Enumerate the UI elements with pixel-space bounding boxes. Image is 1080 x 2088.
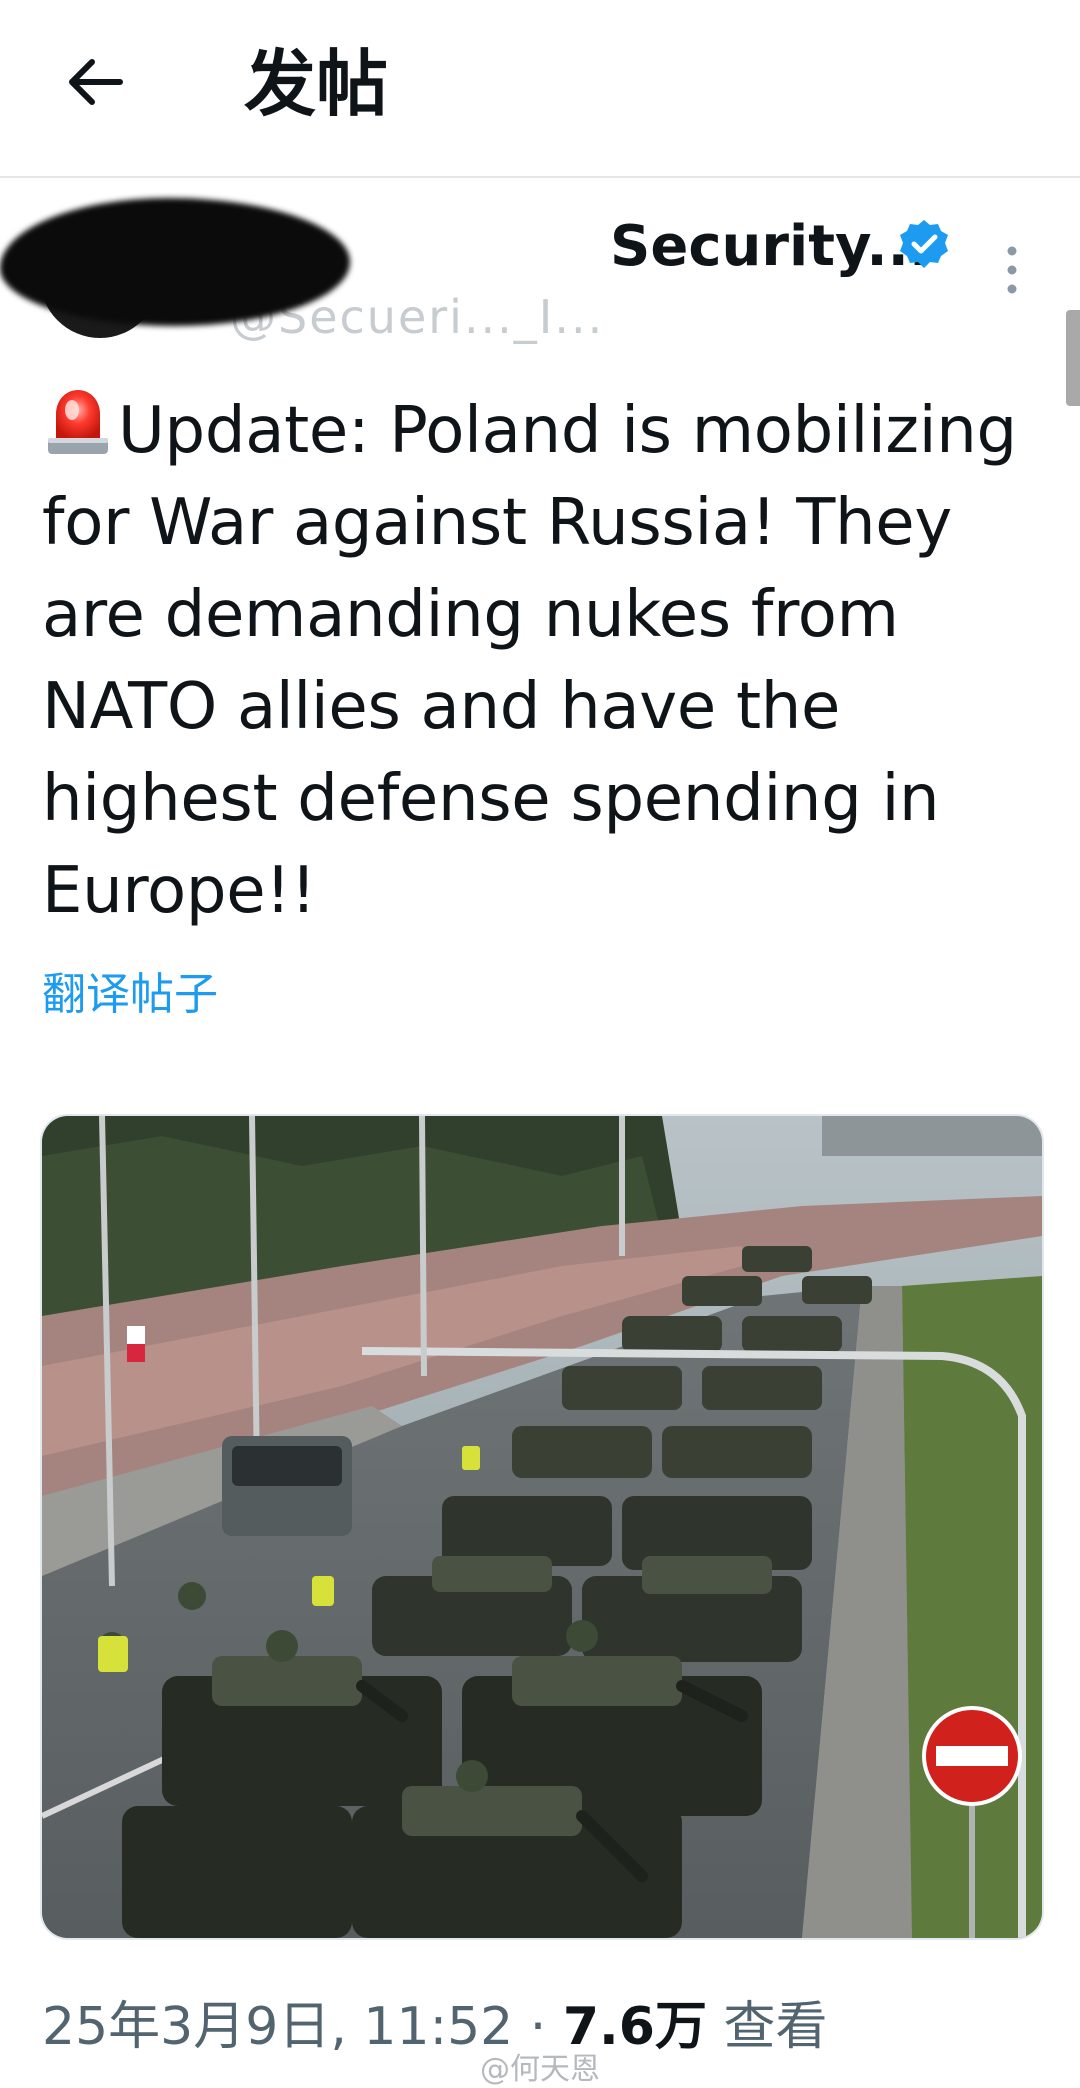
siren-icon — [48, 390, 108, 454]
post-meta: 25年3月9日, 11:52 · 7.6万 查看 — [42, 1984, 828, 2059]
post-text: Update: Poland is mobilizing for War aga… — [42, 394, 1017, 928]
arrow-left-icon — [69, 59, 123, 105]
post-image[interactable] — [40, 1114, 1044, 1940]
back-button[interactable] — [56, 42, 136, 122]
page-title: 发帖 — [244, 42, 389, 126]
author-row: @Secueri..._I... Security... — [0, 190, 1080, 360]
author-display-name[interactable]: Security... — [610, 214, 930, 279]
tank-parade-photo — [42, 1116, 1042, 1938]
post-body: Update: Poland is mobilizing for War aga… — [42, 380, 1052, 937]
more-options-button[interactable] — [990, 240, 1034, 300]
views-label: 查看 — [706, 1997, 828, 2057]
top-bar: 发帖 — [0, 0, 1080, 178]
translate-post-link[interactable]: 翻译帖子 — [42, 958, 218, 1022]
redaction-scribble — [0, 198, 350, 326]
watermark: @何天恩 — [480, 2052, 600, 2087]
scrollbar[interactable] — [1066, 310, 1080, 406]
more-vertical-icon — [1007, 246, 1017, 294]
verified-badge-icon — [900, 220, 948, 268]
